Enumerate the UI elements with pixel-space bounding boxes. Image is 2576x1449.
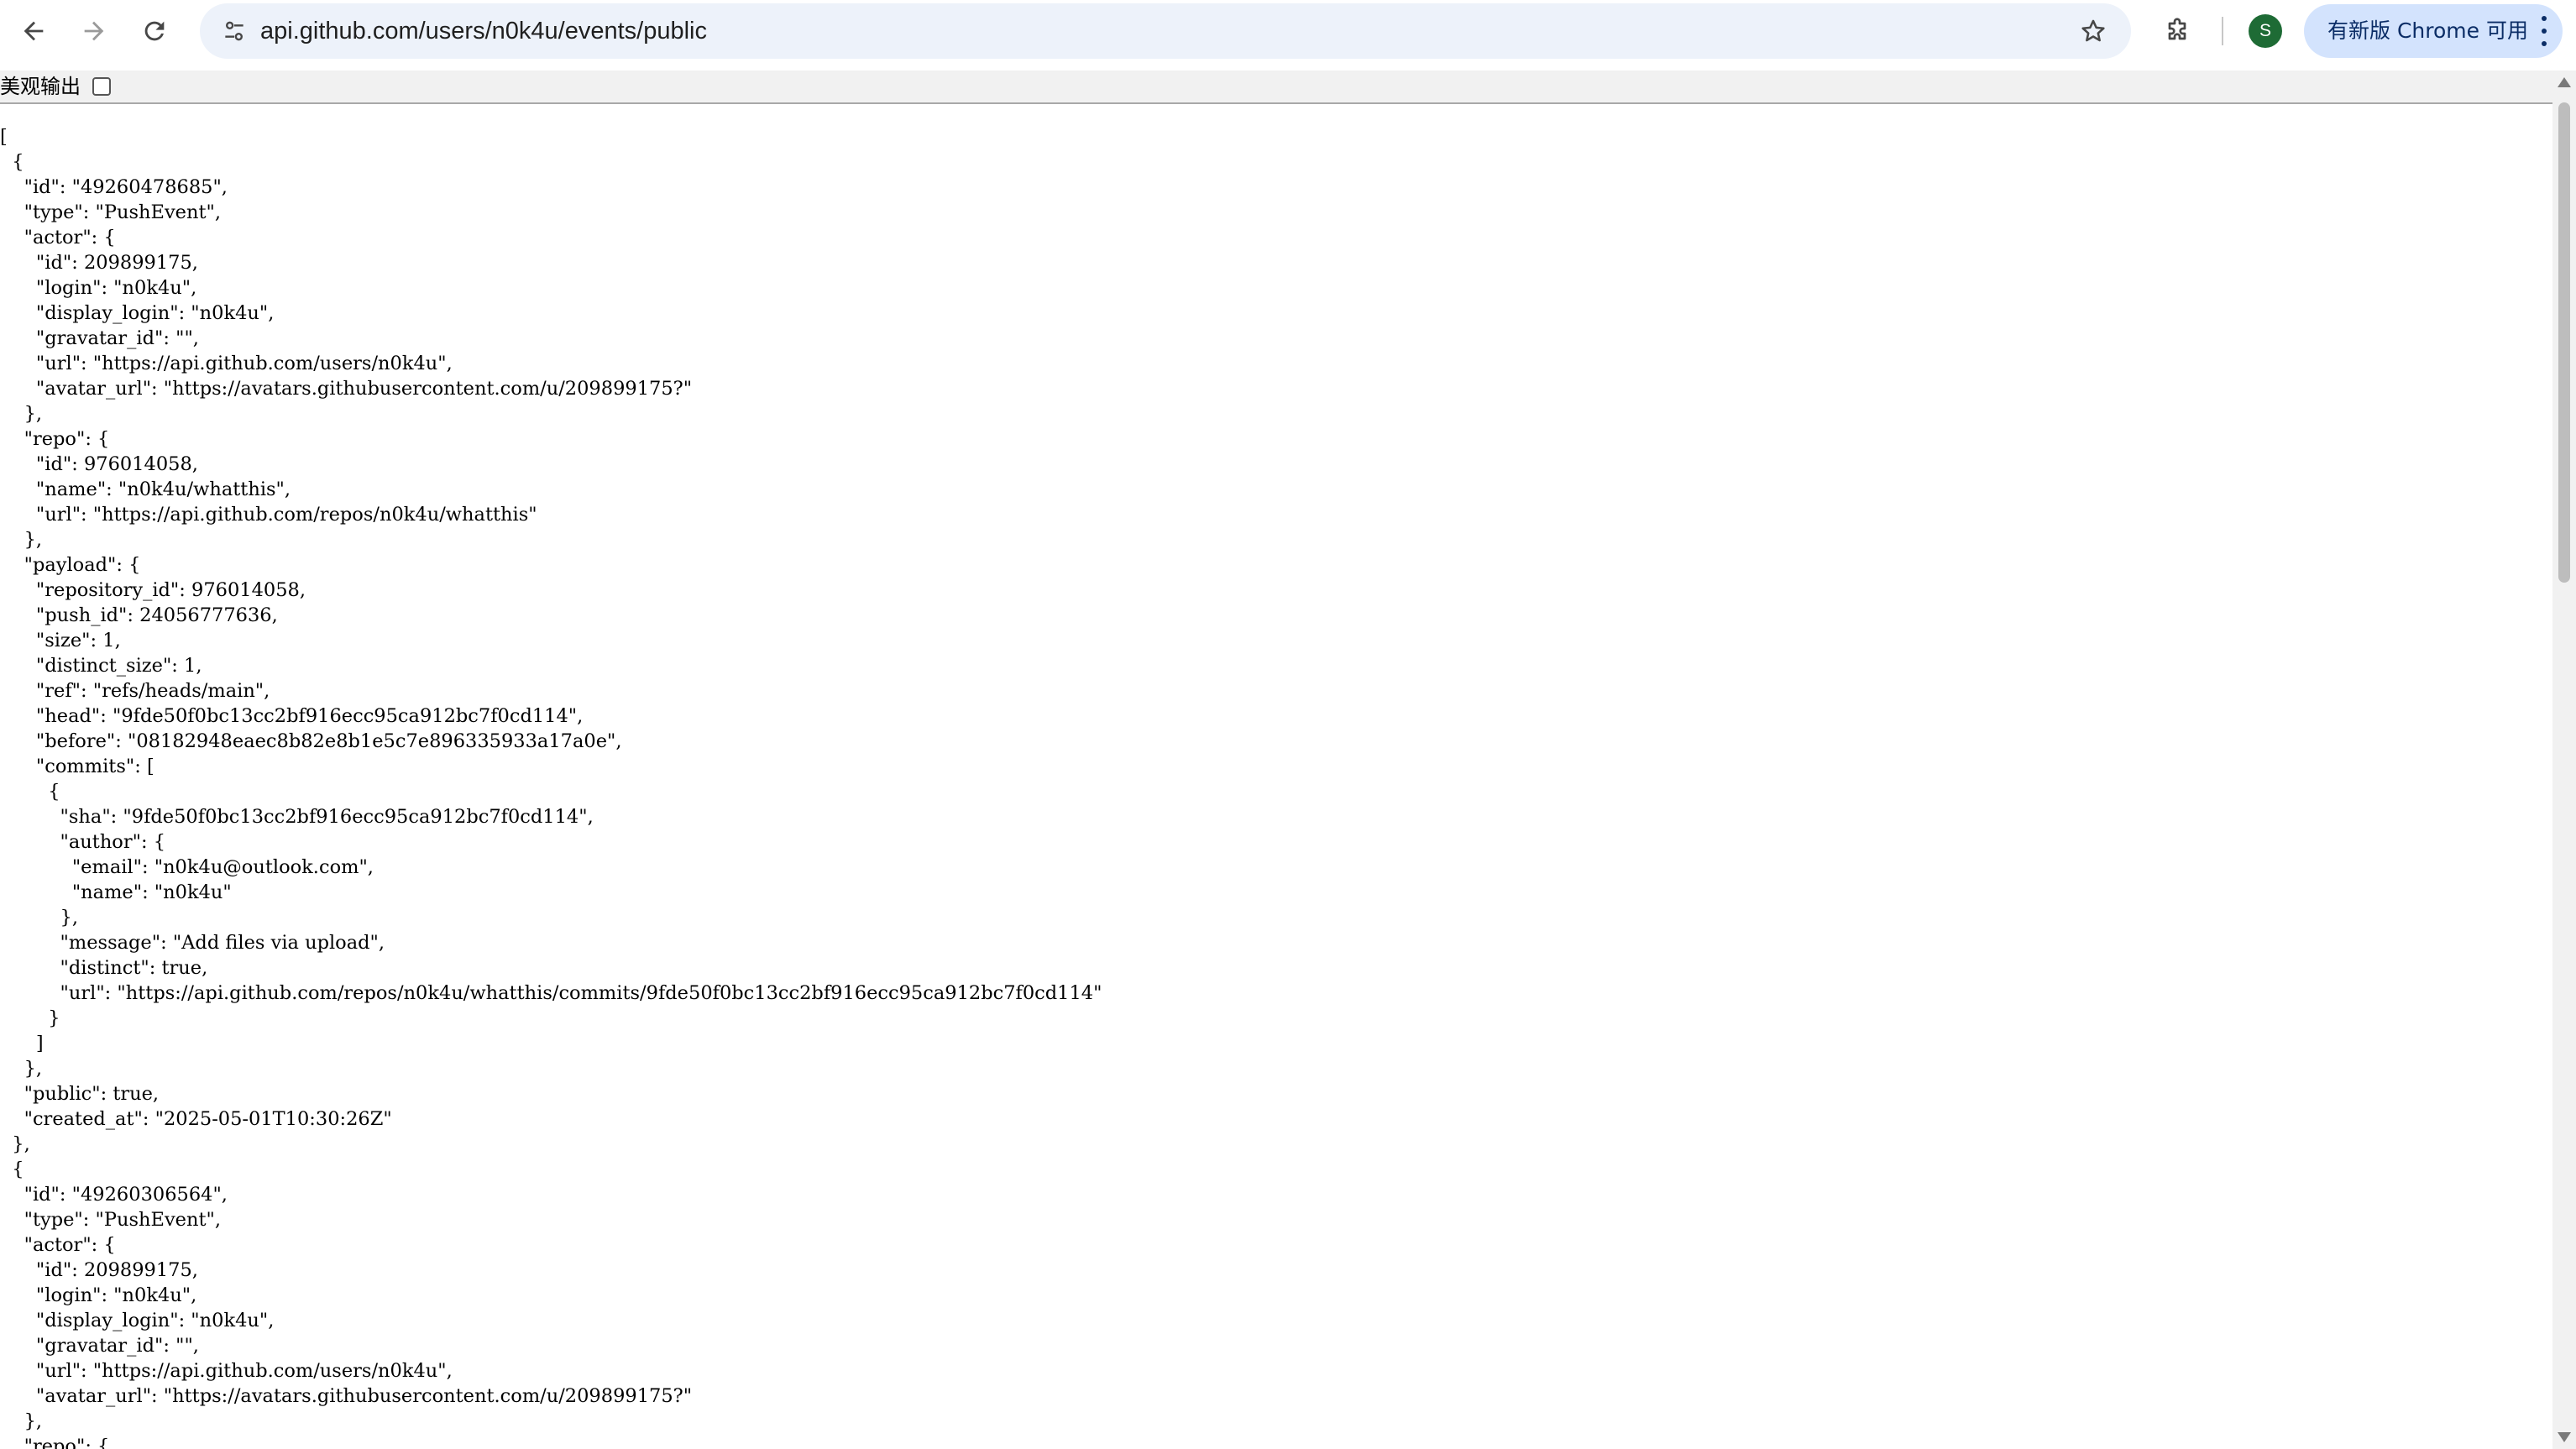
site-info-button[interactable] bbox=[212, 8, 257, 54]
chrome-update-button[interactable]: 有新版 Chrome 可用 bbox=[2304, 4, 2563, 58]
json-content: [ { "id": "49260478685", "type": "PushEv… bbox=[0, 124, 2552, 1449]
star-icon bbox=[2081, 19, 2105, 42]
browser-toolbar: api.github.com/users/n0k4u/events/public… bbox=[0, 0, 2576, 62]
bookmark-button[interactable] bbox=[2071, 8, 2116, 54]
reload-button[interactable] bbox=[132, 8, 177, 54]
pretty-print-checkbox[interactable] bbox=[92, 77, 111, 96]
reload-icon bbox=[144, 21, 165, 41]
chrome-update-label: 有新版 Chrome 可用 bbox=[2327, 18, 2528, 43]
arrow-right-icon bbox=[84, 21, 104, 41]
scroll-up-arrow-icon[interactable] bbox=[2558, 77, 2571, 87]
pretty-print-bar: 美观输出 bbox=[0, 71, 2552, 104]
extensions-button[interactable] bbox=[2155, 8, 2200, 54]
address-bar[interactable]: api.github.com/users/n0k4u/events/public bbox=[200, 3, 2131, 59]
scroll-down-arrow-icon[interactable] bbox=[2558, 1432, 2571, 1442]
profile-avatar[interactable]: S bbox=[2249, 14, 2282, 48]
forward-button[interactable] bbox=[71, 8, 117, 54]
arrow-left-icon bbox=[24, 21, 44, 41]
back-button[interactable] bbox=[11, 8, 56, 54]
pretty-print-label[interactable]: 美观输出 bbox=[0, 71, 81, 102]
puzzle-icon bbox=[2168, 18, 2186, 40]
three-dots-icon bbox=[2537, 16, 2551, 46]
tune-icon bbox=[225, 21, 243, 41]
scrollbar-thumb[interactable] bbox=[2558, 102, 2570, 583]
url-text[interactable]: api.github.com/users/n0k4u/events/public bbox=[260, 3, 707, 59]
json-text: [ { "id": "49260478685", "type": "PushEv… bbox=[0, 126, 1102, 1449]
toolbar-divider bbox=[2222, 17, 2223, 45]
vertical-scrollbar[interactable] bbox=[2552, 71, 2576, 1449]
